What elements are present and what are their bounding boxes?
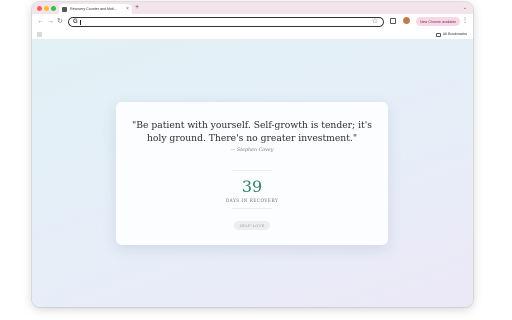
browser-toolbar: ← → ↻ G ☆ New Chrome available ⋮ (32, 14, 473, 30)
close-window-button[interactable] (37, 6, 42, 11)
divider (232, 208, 272, 209)
new-tab-button[interactable]: + (135, 4, 139, 12)
divider (232, 170, 272, 171)
minimize-window-button[interactable] (44, 6, 49, 11)
recovery-day-count: 39 (241, 177, 263, 196)
recovery-day-label: DAYS IN RECOVERY (225, 198, 279, 203)
apps-grid-icon[interactable] (37, 32, 42, 37)
address-bar[interactable]: G ☆ (68, 17, 384, 27)
google-icon: G (73, 19, 78, 25)
kebab-menu-icon[interactable]: ⋮ (462, 18, 468, 25)
avatar[interactable] (403, 17, 410, 24)
tab-strip: Recovery Counter and Moti... × + ⌄ (32, 2, 473, 14)
category-tag[interactable]: SELF-LOVE (234, 221, 270, 230)
tab-favicon-icon (62, 6, 67, 12)
zoom-window-button[interactable] (51, 6, 56, 11)
quote-text: "Be patient with yourself. Self-growth i… (132, 120, 372, 144)
tab-title: Recovery Counter and Moti... (70, 7, 117, 11)
reload-icon[interactable]: ↻ (57, 18, 63, 26)
tab-search-chevron-icon[interactable]: ⌄ (463, 5, 467, 11)
all-bookmarks-label: All Bookmarks (442, 32, 467, 36)
text-cursor (80, 20, 81, 25)
new-tab-page: "Be patient with yourself. Self-growth i… (32, 40, 473, 307)
new-chrome-available-button[interactable]: New Chrome available (416, 17, 461, 26)
forward-arrow-icon[interactable]: → (47, 18, 54, 26)
all-bookmarks-button[interactable]: All Bookmarks (435, 31, 467, 38)
extensions-icon[interactable] (390, 18, 396, 24)
active-tab[interactable]: Recovery Counter and Moti... × (59, 4, 132, 14)
back-arrow-icon[interactable]: ← (37, 18, 44, 26)
tab-close-icon[interactable]: × (126, 6, 129, 12)
browser-window: Recovery Counter and Moti... × + ⌄ ← → ↻… (32, 2, 473, 307)
star-icon[interactable]: ☆ (372, 18, 378, 26)
bookmarks-bar: All Bookmarks (32, 30, 473, 40)
quote-author: — Stephen Covey (230, 148, 274, 153)
quote-card: "Be patient with yourself. Self-growth i… (116, 102, 388, 245)
folder-icon (435, 32, 441, 37)
